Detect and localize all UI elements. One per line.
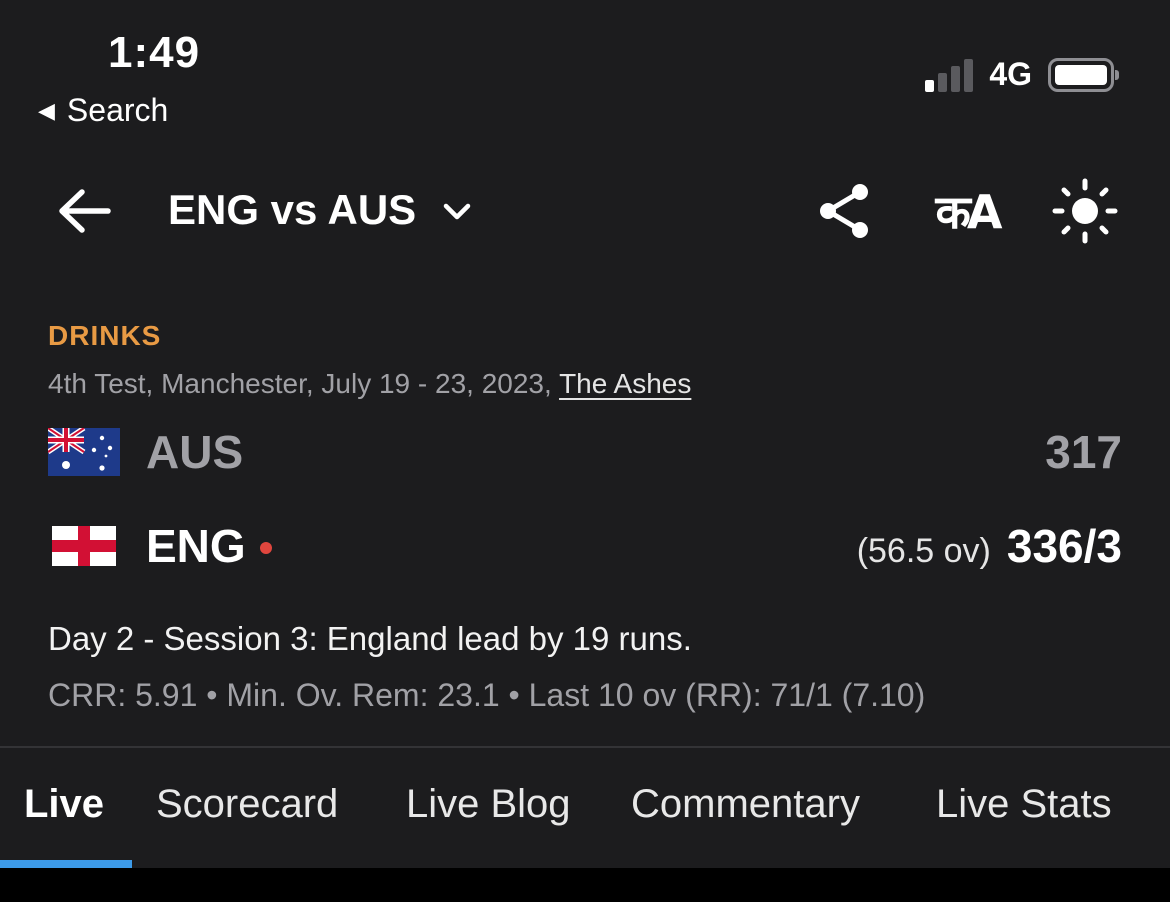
- chevron-down-icon[interactable]: [440, 196, 474, 226]
- network-type: 4G: [989, 56, 1032, 92]
- brightness-icon[interactable]: [1052, 178, 1118, 244]
- team-overs: (56.5 ov): [856, 532, 991, 570]
- team-name: AUS: [146, 426, 244, 478]
- tab-live[interactable]: Live: [24, 782, 104, 827]
- team-name: ENG: [146, 520, 246, 572]
- app-screen: 1:49 ◀ Search 4G ENG vs AUS कA DRINKS 4t…: [0, 0, 1170, 868]
- back-to-search-link[interactable]: ◀ Search: [38, 92, 168, 129]
- match-tabs: Live Scorecard Live Blog Commentary Live…: [0, 748, 1170, 868]
- battery-icon: [1048, 57, 1119, 92]
- match-title[interactable]: ENG vs AUS: [168, 186, 416, 234]
- tab-commentary[interactable]: Commentary: [631, 782, 860, 827]
- team-row-eng[interactable]: ENG (56.5 ov) 336/3: [48, 516, 1122, 576]
- language-icon[interactable]: कA: [928, 178, 1006, 244]
- back-arrow-icon[interactable]: [56, 186, 112, 236]
- match-info: 4th Test, Manchester, July 19 - 23, 2023…: [48, 368, 691, 400]
- status-time: 1:49: [108, 28, 201, 77]
- bottom-edge: [0, 868, 1170, 902]
- england-flag-icon: [48, 522, 120, 570]
- tab-live-blog[interactable]: Live Blog: [406, 782, 571, 827]
- match-details: 4th Test, Manchester, July 19 - 23, 2023…: [48, 368, 560, 399]
- run-rate-stats: CRR: 5.91 • Min. Ov. Rem: 23.1 • Last 10…: [48, 677, 926, 713]
- back-app-label: Search: [66, 92, 169, 128]
- team-score: 336/3: [1006, 520, 1122, 572]
- batting-indicator-dot: [259, 542, 272, 554]
- status-indicators: 4G: [925, 56, 1119, 93]
- tab-scorecard[interactable]: Scorecard: [156, 782, 338, 827]
- share-icon[interactable]: [812, 178, 878, 244]
- score-wrap: (56.5 ov) 336/3: [857, 519, 1122, 573]
- cellular-signal-icon: [925, 58, 974, 92]
- match-summary: Day 2 - Session 3: England lead by 19 ru…: [48, 620, 692, 657]
- back-triangle-icon: ◀: [38, 97, 55, 123]
- team-score: 317: [1045, 426, 1122, 478]
- team-row-aus[interactable]: AUS 317: [48, 422, 1122, 482]
- match-status: DRINKS: [48, 320, 162, 351]
- series-link[interactable]: The Ashes: [559, 368, 691, 399]
- active-tab-indicator: [0, 860, 132, 868]
- language-label: कA: [935, 185, 1003, 239]
- tab-live-stats[interactable]: Live Stats: [936, 782, 1112, 827]
- score-wrap: 317: [1045, 425, 1122, 479]
- australia-flag-icon: [48, 428, 120, 476]
